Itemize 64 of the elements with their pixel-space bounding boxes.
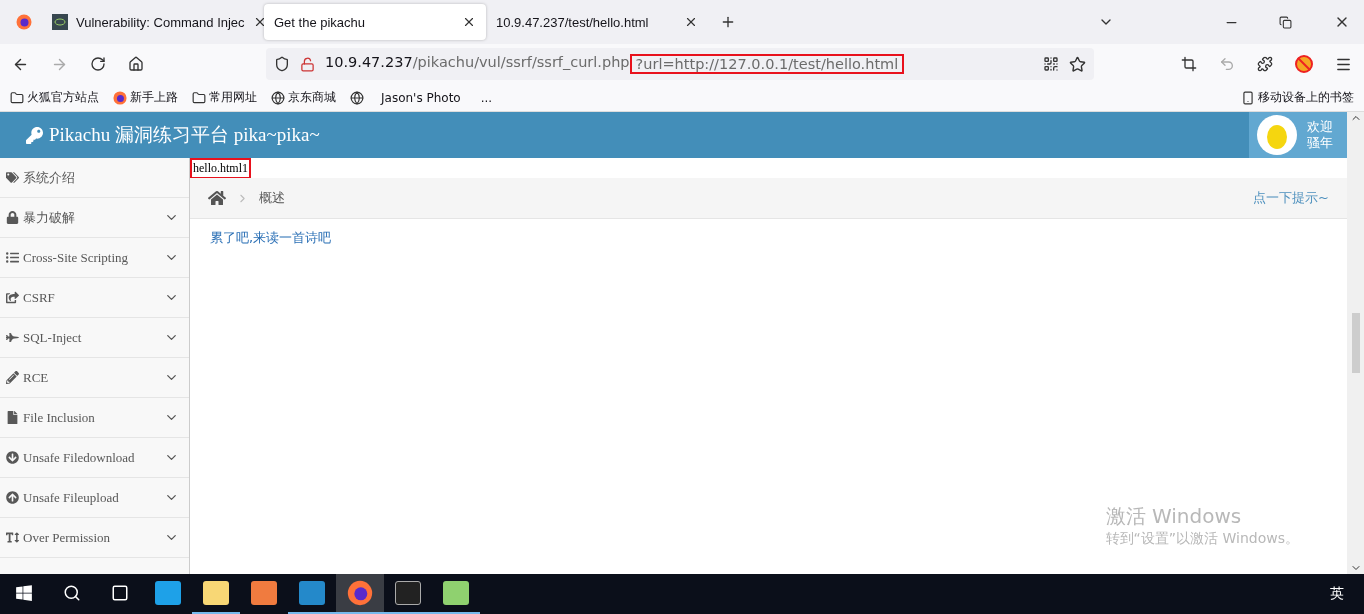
new-tab-icon[interactable] xyxy=(720,14,736,30)
close-icon[interactable] xyxy=(684,15,698,29)
browser-tab[interactable]: Vulnerability: Command Injec xyxy=(42,4,264,40)
reload-icon[interactable] xyxy=(90,56,106,72)
browser-tab[interactable]: 10.9.47.237/test/hello.html xyxy=(486,4,708,40)
site-icon xyxy=(52,14,68,30)
globe-icon xyxy=(271,90,285,105)
sidebar-item[interactable]: Unsafe Fileupload xyxy=(0,478,189,518)
close-icon[interactable] xyxy=(462,15,476,29)
sidebar-item[interactable]: Cross-Site Scripting xyxy=(0,238,189,278)
sidebar-item[interactable]: 系统介绍 xyxy=(0,158,189,198)
restore-icon[interactable] xyxy=(1279,15,1292,29)
sidebar-item[interactable]: SQL-Inject xyxy=(0,318,189,358)
file-icon xyxy=(6,411,19,424)
bookmark-item[interactable]: Jason's Photo xyxy=(350,90,461,105)
sidebar-item[interactable]: RCE xyxy=(0,358,189,398)
shield-icon xyxy=(274,56,290,72)
star-icon[interactable] xyxy=(1069,55,1086,73)
key-icon xyxy=(26,126,43,144)
breadcrumb-current: 概述 xyxy=(259,189,285,207)
share-icon xyxy=(6,291,19,304)
bookmark-item[interactable]: 京东商城 xyxy=(271,89,336,106)
activation-subtitle: 转到“设置”以激活 Windows。 xyxy=(1105,530,1299,548)
jet-icon xyxy=(6,331,19,344)
mobile-bookmarks-label: 移动设备上的书签 xyxy=(1258,89,1354,106)
bookmark-item[interactable]: 新手上路 xyxy=(113,89,178,106)
home-icon[interactable] xyxy=(208,189,226,207)
user-name: 骚年 xyxy=(1307,135,1333,151)
input-method-indicator[interactable]: 英 xyxy=(1330,585,1344,603)
bookmark-item[interactable]: 火狐官方站点 xyxy=(10,89,99,106)
globe-icon xyxy=(350,90,364,105)
pencil-icon xyxy=(6,371,19,384)
browser-tab[interactable]: Get the pikachu xyxy=(264,4,486,40)
avatar-icon xyxy=(1257,115,1297,155)
windows-logo-icon xyxy=(15,584,33,602)
site-title: Pikachu 漏洞练习平台 pika~pika~ xyxy=(49,123,320,147)
bookmark-item[interactable]: 常用网址 xyxy=(192,89,257,106)
activation-title: 激活 Windows xyxy=(1105,503,1243,530)
home-icon[interactable] xyxy=(128,56,144,72)
puzzle-icon[interactable] xyxy=(1257,56,1273,72)
blocked-icon[interactable] xyxy=(1295,55,1313,73)
search-icon xyxy=(63,584,81,602)
list-icon xyxy=(6,251,19,264)
qr-code-icon[interactable] xyxy=(1043,56,1059,72)
sidebar-item[interactable]: Unsafe Filedownload xyxy=(0,438,189,478)
scrollbar[interactable] xyxy=(1347,112,1364,574)
sidebar-item[interactable]: Over Permission xyxy=(0,518,189,558)
welcome-text: 欢迎 xyxy=(1307,119,1333,135)
bookmark-item[interactable]: ... xyxy=(480,90,493,105)
download-icon xyxy=(6,451,19,464)
crop-icon[interactable] xyxy=(1181,56,1197,72)
scroll-thumb[interactable] xyxy=(1351,313,1360,373)
sidebar-item[interactable]: CSRF xyxy=(0,278,189,318)
phone-icon xyxy=(1241,90,1255,105)
tags-icon xyxy=(6,171,19,184)
address-bar[interactable]: 10.9.47.237/pikachu/vul/ssrf/ssrf_curl.php ?url=http://127.0.0.1/test/hello.html xyxy=(266,48,1094,80)
poem-link[interactable]: 累了吧,来读一首诗吧 xyxy=(210,229,332,247)
text-height-icon xyxy=(6,531,19,544)
task-view-icon xyxy=(111,584,129,602)
sidebar-item[interactable]: File Inclusion xyxy=(0,398,189,438)
insecure-lock-icon xyxy=(300,56,315,72)
lock-icon xyxy=(6,211,19,224)
sidebar-item[interactable]: 暴力破解 xyxy=(0,198,189,238)
upload-icon xyxy=(6,491,19,504)
